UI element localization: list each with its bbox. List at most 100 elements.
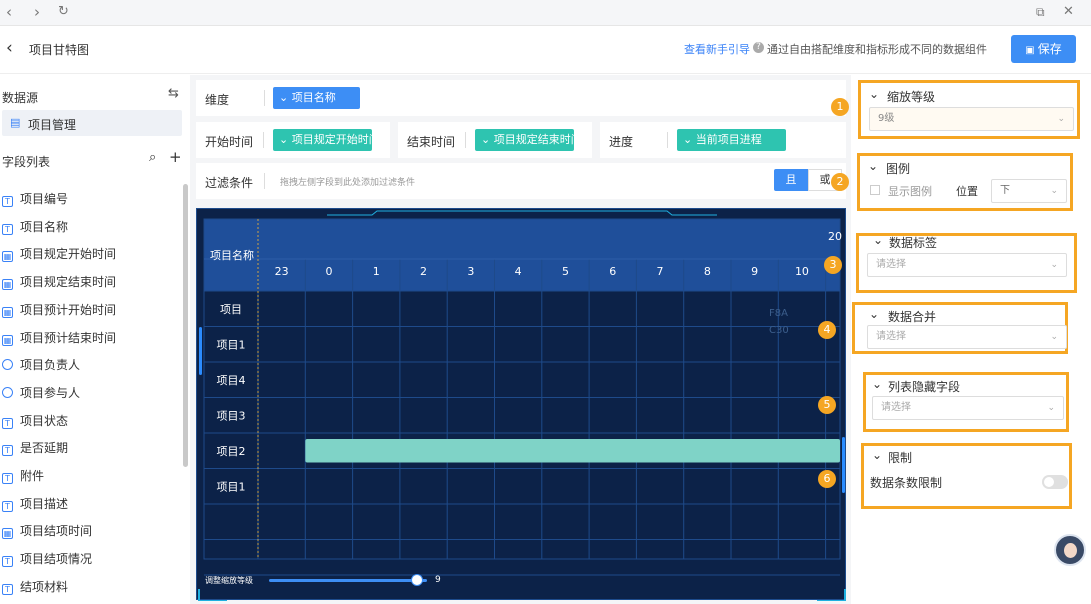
chevron-down-icon[interactable]: ⌄ — [872, 377, 882, 391]
show-legend-checkbox[interactable] — [870, 185, 880, 195]
data-label-select[interactable]: 请选择 ⌄ — [867, 253, 1067, 277]
data-limit-label: 数据条数限制 — [870, 476, 943, 490]
close-window-icon[interactable]: ✕ — [1063, 3, 1074, 21]
assistant-avatar[interactable] — [1054, 534, 1086, 566]
limit-title: 限制 — [888, 451, 913, 465]
text-field-icon: T — [2, 445, 13, 457]
field-item[interactable]: T 项目结项情况 — [2, 550, 92, 570]
field-item[interactable]: T 项目描述 — [2, 495, 68, 515]
refresh-icon[interactable]: ↻ — [58, 3, 69, 21]
filter-label: 过滤条件 — [205, 176, 254, 190]
calendar-icon: ▦ — [2, 279, 13, 291]
back-arrow-icon[interactable]: ‹ — [6, 3, 12, 21]
divider — [465, 132, 466, 148]
field-item[interactable]: T 结项材料 — [2, 578, 68, 598]
gantt-hour-label: 2 — [420, 265, 427, 278]
field-item[interactable]: T 是否延期 — [2, 439, 68, 459]
text-field-icon: T — [2, 196, 13, 207]
step-badge: 3 — [824, 256, 842, 274]
start-time-pill[interactable]: ⌄ 项目规定开始时间 — [273, 129, 372, 151]
progress-pill[interactable]: ⌄ 当前项目进程 — [677, 129, 786, 151]
step-badge: 2 — [831, 173, 849, 191]
faint-label: F8A — [769, 308, 788, 319]
gantt-header-band — [204, 219, 840, 291]
field-item[interactable]: 项目负责人 — [2, 356, 80, 376]
and-button[interactable]: 且 — [774, 169, 808, 191]
zoom-slider-label: 调整缩放等级 — [205, 576, 253, 585]
chevron-down-icon[interactable]: ⌄ — [873, 233, 883, 247]
gantt-row-label: 项目1 — [217, 480, 246, 493]
document-icon: ▤ — [10, 116, 21, 129]
zoom-slider-value: 9 — [435, 575, 441, 585]
step-badge: 6 — [818, 470, 836, 488]
gantt-chart: 23 0 1 2 3 4 5 6 7 8 9 10 项目 项目1 项目4 项目3 项目2 项目1 项目名称 20 … — [196, 208, 846, 601]
field-label: 结项材料 — [20, 579, 69, 594]
gantt-svg: 23 0 1 2 3 4 5 6 7 8 9 10项目项目1项目4项目3项目2项目1 — [198, 210, 846, 601]
text-field-icon: T — [2, 583, 13, 595]
guide-link[interactable]: 查看新手引导 — [684, 41, 750, 57]
gantt-row-label: 项目4 — [217, 374, 246, 387]
field-item[interactable]: ▦ 项目规定结束时间 — [2, 273, 116, 293]
field-label: 项目编号 — [20, 192, 69, 206]
calendar-icon: ▦ — [2, 334, 13, 346]
field-item[interactable]: ▦ 项目结项时间 — [2, 522, 92, 542]
field-item[interactable]: ▦ 项目预计结束时间 — [2, 329, 116, 349]
gantt-scrollbar[interactable] — [842, 437, 845, 493]
legend-position-select[interactable]: 下 ⌄ — [991, 179, 1067, 203]
progress-value: 当前项目进程 — [695, 133, 762, 146]
datasource-name: 项目管理 — [28, 118, 77, 132]
text-field-icon: T — [2, 500, 13, 512]
dimension-pill[interactable]: ⌄ 项目名称 — [273, 87, 360, 109]
field-label: 项目预计结束时间 — [20, 330, 117, 345]
save-icon: ▣ — [1025, 45, 1035, 56]
datasource-item[interactable]: ▤ 项目管理 — [2, 110, 182, 136]
field-label: 项目名称 — [20, 219, 69, 234]
field-item[interactable]: T 项目名称 — [2, 218, 68, 238]
zoom-slider-track[interactable] — [269, 579, 427, 582]
hidden-fields-select[interactable]: 请选择 ⌄ — [872, 396, 1064, 420]
show-legend-label: 显示图例 — [888, 185, 932, 198]
gantt-row-label: 项目3 — [217, 409, 246, 422]
chevron-down-icon[interactable]: ⌄ — [872, 448, 882, 462]
gantt-hour-label: 8 — [704, 265, 711, 278]
data-limit-toggle[interactable] — [1042, 475, 1068, 489]
chevron-down-icon[interactable]: ⌄ — [868, 159, 878, 173]
avatar-face — [1064, 543, 1077, 558]
save-label: 保存 — [1037, 42, 1062, 56]
sidebar-scrollbar[interactable] — [183, 184, 188, 467]
field-item[interactable]: 项目参与人 — [2, 384, 80, 404]
field-item[interactable]: ▦ 项目规定开始时间 — [2, 245, 116, 265]
data-merge-select[interactable]: 请选择 ⌄ — [867, 325, 1067, 349]
zoom-level-select[interactable]: 9级 ⌄ — [869, 107, 1074, 131]
field-label: 附件 — [20, 469, 45, 483]
datasource-label: 数据源 — [2, 91, 39, 105]
step-badge: 1 — [831, 98, 849, 116]
chevron-down-icon[interactable]: ⌄ — [869, 87, 879, 101]
end-time-pill[interactable]: ⌄ 项目规定结束时间 — [475, 129, 574, 151]
chevron-down-icon[interactable]: ⌄ — [869, 307, 879, 321]
text-field-icon: T — [2, 556, 13, 568]
restore-window-icon[interactable]: ⧉ — [1036, 3, 1045, 21]
field-item[interactable]: T 项目状态 — [2, 412, 68, 432]
field-item[interactable]: T 项目编号 — [2, 190, 68, 210]
zoom-level-title: 缩放等级 — [887, 90, 936, 104]
gantt-corner — [817, 589, 846, 601]
field-item[interactable]: ▦ 项目预计开始时间 — [2, 301, 116, 321]
gantt-hour-label: 23 — [275, 265, 289, 278]
add-icon[interactable]: + — [169, 148, 182, 166]
search-icon[interactable]: ⌕ — [149, 150, 156, 165]
gantt-hour-label: 9 — [751, 265, 758, 278]
gantt-hour-label: 5 — [562, 265, 569, 278]
save-button[interactable]: ▣ 保存 — [1011, 35, 1076, 63]
forward-arrow-icon[interactable]: › — [34, 3, 40, 21]
field-label: 项目结项时间 — [20, 524, 93, 539]
calendar-icon: ▦ — [2, 306, 13, 318]
field-item[interactable]: T 附件 — [2, 467, 44, 487]
gantt-header-label: 项目名称 — [210, 249, 254, 262]
switch-datasource-icon[interactable]: ⇆ — [168, 86, 179, 101]
chevron-down-icon: ⌄ — [1050, 260, 1058, 270]
back-icon[interactable]: ‹ — [6, 38, 13, 58]
field-label: 项目规定结束时间 — [20, 275, 117, 290]
chevron-down-icon: ⌄ — [1047, 403, 1055, 413]
filter-hint[interactable]: 拖拽左侧字段到此处添加过滤条件 — [280, 175, 415, 188]
